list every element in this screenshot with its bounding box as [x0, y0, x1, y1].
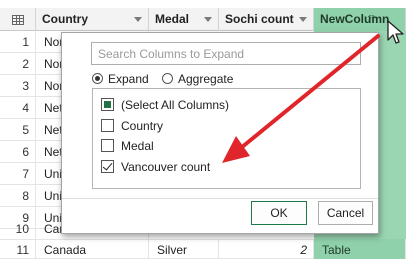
row-number: 10	[0, 218, 36, 240]
ok-button[interactable]: OK	[251, 201, 307, 225]
medal-cell[interactable]: Silver	[149, 239, 219, 259]
expand-columns-popup: Expand Aggregate (Select All Columns) Co…	[61, 32, 379, 234]
table-icon	[12, 15, 24, 25]
checkbox-unchecked-icon	[101, 139, 114, 152]
row-number: 5	[0, 119, 36, 141]
search-columns-input[interactable]	[91, 42, 361, 65]
row-number: 7	[0, 163, 36, 185]
grid-header: Country Medal Sochi count NewColumn	[0, 8, 406, 31]
row-number: 1	[0, 31, 36, 53]
select-all-columns-item[interactable]: (Select All Columns)	[101, 96, 229, 114]
row-number-header[interactable]	[0, 8, 36, 31]
chevron-down-icon[interactable]	[204, 17, 212, 22]
checkbox-partial-icon	[101, 98, 114, 111]
column-header-label: Country	[42, 12, 88, 26]
table-row: 11 Canada Silver 2 Table	[0, 239, 406, 259]
chevron-down-icon[interactable]	[134, 17, 142, 22]
cancel-button[interactable]: Cancel	[318, 201, 373, 225]
checkbox-unchecked-icon	[101, 119, 114, 132]
column-header-country[interactable]: Country	[36, 8, 149, 31]
chevron-down-icon[interactable]	[299, 17, 307, 22]
sochi-count-cell[interactable]: 2	[219, 239, 314, 259]
checkbox-checked-icon	[101, 160, 114, 173]
item-label: Medal	[121, 139, 154, 153]
radio-selected-icon	[92, 73, 103, 84]
row-number: 2	[0, 53, 36, 75]
aggregate-radio[interactable]: Aggregate	[162, 70, 233, 88]
expand-radio-label: Expand	[108, 72, 149, 86]
aggregate-radio-label: Aggregate	[178, 72, 234, 86]
divider	[62, 198, 378, 199]
column-header-sochi-count[interactable]: Sochi count	[219, 8, 314, 31]
column-header-medal[interactable]: Medal	[149, 8, 219, 31]
vancouver-count-column-item[interactable]: Vancouver count	[101, 158, 210, 176]
newcolumn-cell[interactable]: Table	[314, 239, 406, 259]
expand-radio[interactable]: Expand	[92, 70, 149, 88]
radio-unselected-icon	[162, 73, 173, 84]
column-checkbox-list: (Select All Columns) Country Medal Vanco…	[92, 88, 361, 189]
country-column-item[interactable]: Country	[101, 117, 163, 135]
item-label: (Select All Columns)	[121, 98, 230, 112]
expand-icon[interactable]: ⇔	[366, 10, 382, 22]
row-number: 6	[0, 141, 36, 163]
country-cell[interactable]: Canada	[36, 239, 149, 259]
column-header-label: Sochi count	[225, 12, 294, 26]
row-number: 8	[0, 185, 36, 207]
row-number: 11	[0, 239, 36, 259]
row-number: 4	[0, 97, 36, 119]
column-header-label: Medal	[155, 12, 190, 26]
item-label: Country	[121, 119, 164, 133]
row-number: 3	[0, 75, 36, 97]
item-label: Vancouver count	[121, 160, 211, 174]
mouse-pointer-icon	[387, 20, 404, 44]
medal-column-item[interactable]: Medal	[101, 137, 154, 155]
